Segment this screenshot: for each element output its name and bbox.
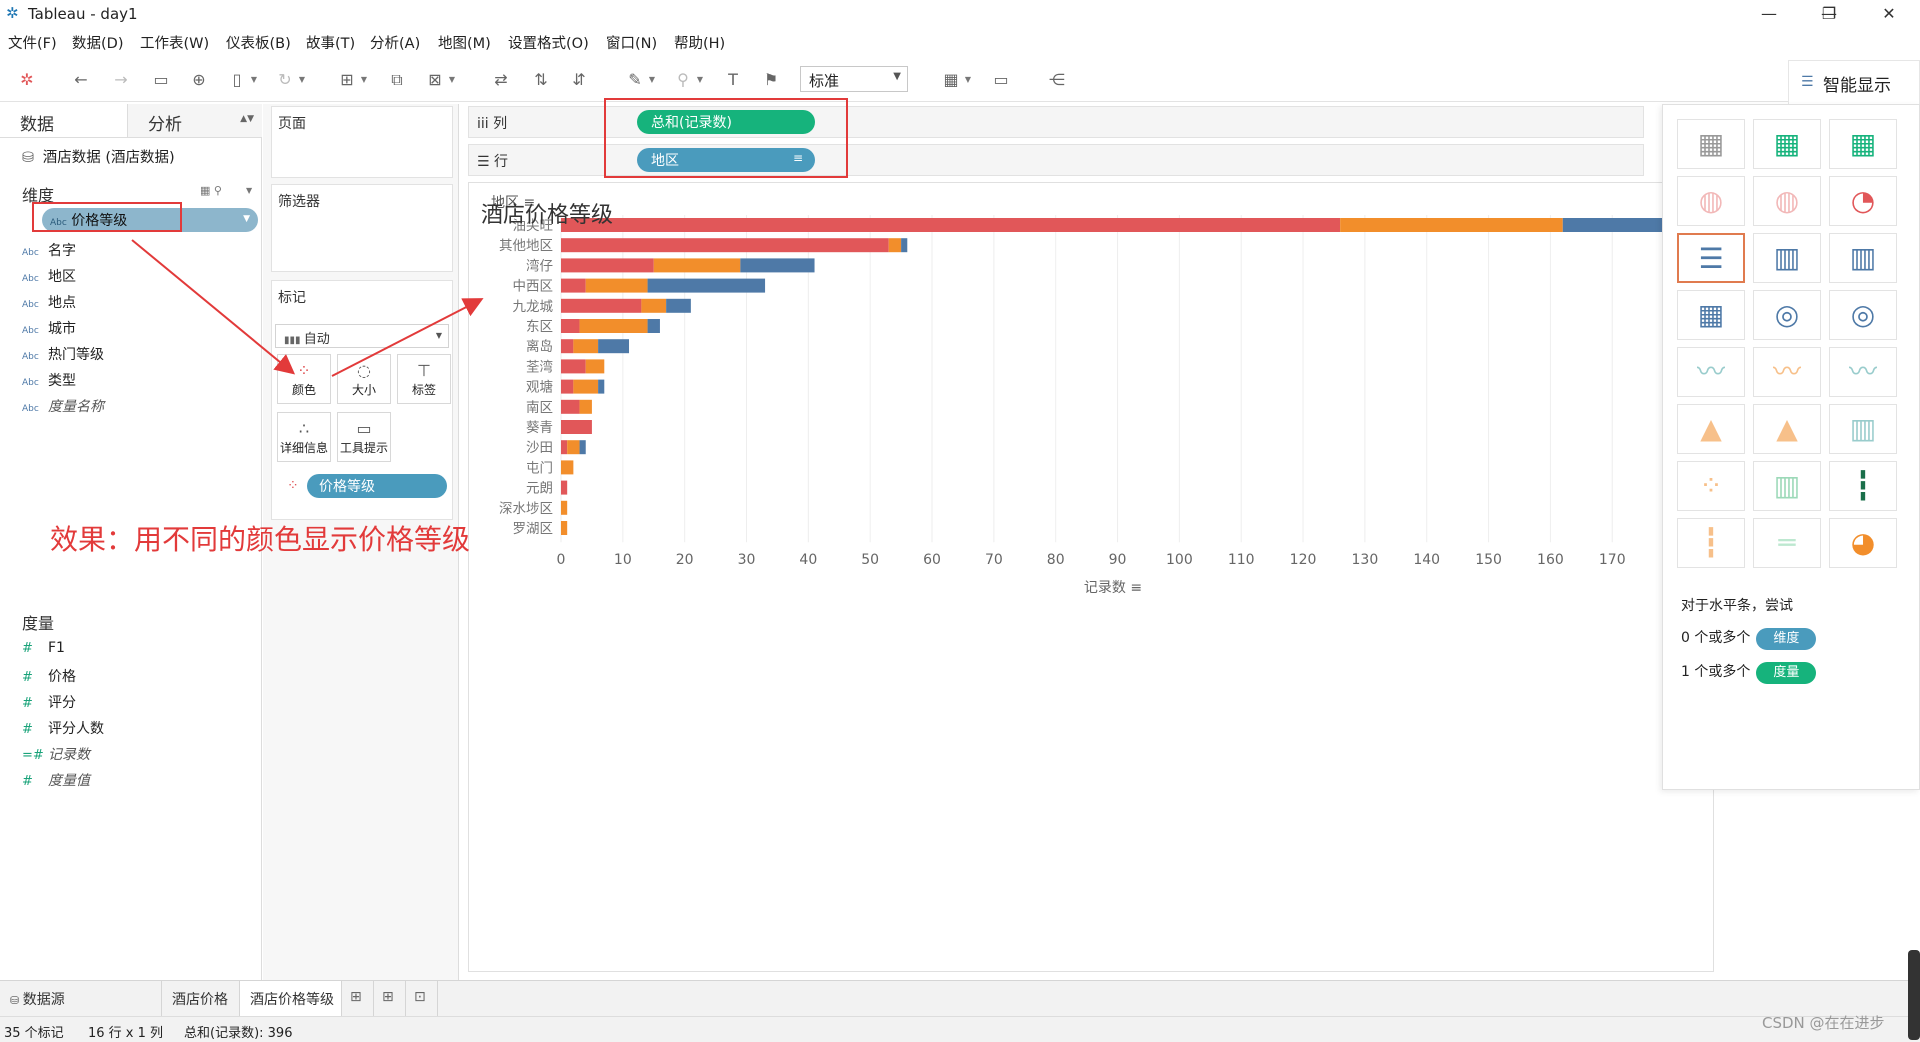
tab-sheet-price[interactable]: 酒店价格 [162, 981, 240, 1017]
watermark: CSDN @在在进步 [1762, 1014, 1885, 1032]
tab-datasource-label: 数据源 [22, 992, 65, 1008]
status-bar: 35 个标记 16 行 x 1 列 总和(记录数): 396 [0, 1016, 1920, 1042]
status-marks: 35 个标记 [4, 1026, 64, 1041]
new-dashboard-icon[interactable]: ⊞ [374, 981, 406, 1017]
annotation-arrows [131, 239, 484, 377]
new-story-icon[interactable]: ⊡ [406, 981, 438, 1017]
scrollbar[interactable] [1908, 950, 1920, 1040]
arrow-to-color [131, 239, 296, 375]
new-worksheet-icon[interactable]: ⊞ [342, 981, 374, 1017]
datasource-icon: ⛁ [10, 994, 23, 1007]
tab-sheet-price-level[interactable]: 酒店价格等级 [240, 981, 342, 1017]
tab-datasource[interactable]: ⛁ 数据源 [0, 981, 162, 1017]
status-rowscols: 16 行 x 1 列 [88, 1026, 164, 1041]
status-sum: 总和(记录数): 396 [184, 1026, 293, 1041]
arrow-to-chart [331, 298, 484, 377]
sheet-tabs: ⛁ 数据源 酒店价格 酒店价格等级 ⊞ ⊞ ⊡ [0, 980, 1920, 1017]
